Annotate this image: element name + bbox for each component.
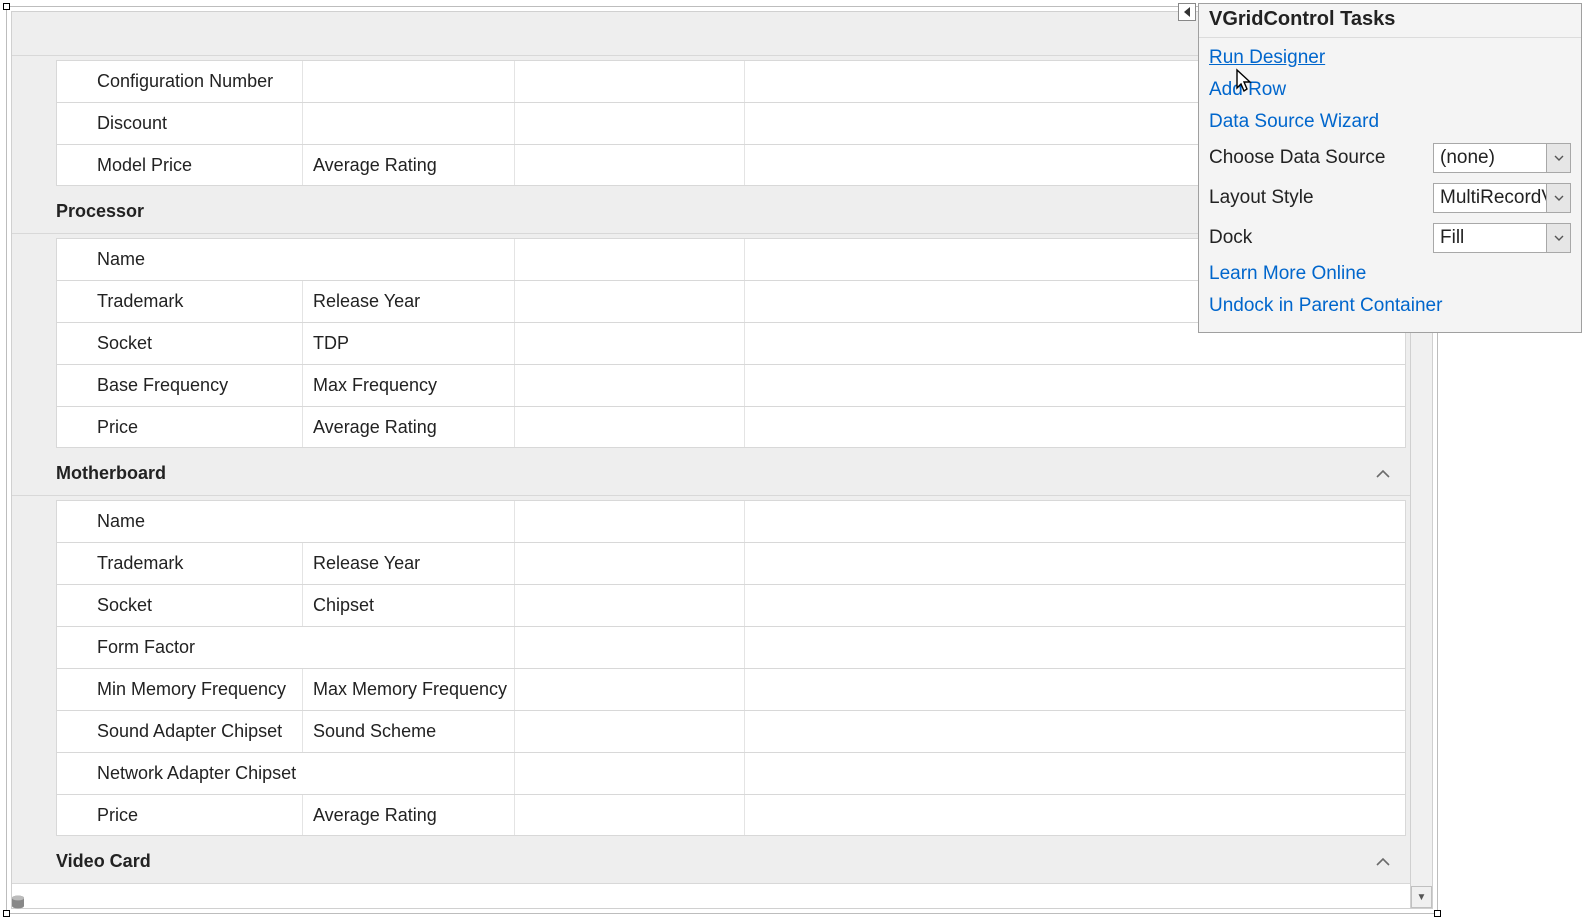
row-header-cell[interactable]: Form Factor — [57, 627, 515, 668]
dock-row: Dock Fill — [1209, 218, 1571, 258]
row-header-cell[interactable]: Price — [57, 795, 303, 835]
row-header-cell[interactable]: Sound Adapter Chipset — [57, 711, 303, 752]
value-cell[interactable] — [515, 501, 745, 542]
combo-value: Fill — [1434, 224, 1546, 252]
choose-data-source-label: Choose Data Source — [1209, 147, 1425, 169]
choose-data-source-row: Choose Data Source (none) — [1209, 138, 1571, 178]
row-header-cell[interactable]: Sound Scheme — [303, 711, 515, 752]
row-header-cell[interactable]: Max Memory Frequency — [303, 669, 515, 710]
row-header-cell[interactable] — [303, 103, 515, 144]
row-header-cell[interactable]: Trademark — [57, 281, 303, 322]
row-header-cell[interactable]: Average Rating — [303, 145, 515, 185]
dock-combo[interactable]: Fill — [1433, 223, 1571, 253]
data-source-wizard-link[interactable]: Data Source Wizard — [1209, 106, 1571, 138]
grid-row[interactable]: PriceAverage Rating — [56, 794, 1406, 836]
grid-row[interactable]: Network Adapter Chipset — [56, 752, 1406, 794]
row-header-cell[interactable]: TDP — [303, 323, 515, 364]
value-cell[interactable] — [515, 103, 745, 144]
row-header-cell[interactable]: Chipset — [303, 585, 515, 626]
value-cell[interactable] — [515, 795, 745, 835]
combo-value: (none) — [1434, 144, 1546, 172]
value-cell[interactable] — [515, 585, 745, 626]
value-cell[interactable] — [745, 585, 1405, 626]
grid-row[interactable]: Form Factor — [56, 626, 1406, 668]
row-header-cell[interactable]: Price — [57, 407, 303, 447]
value-cell[interactable] — [515, 711, 745, 752]
grid-row[interactable]: Base FrequencyMax Frequency — [56, 364, 1406, 406]
row-header-cell[interactable]: Socket — [57, 323, 303, 364]
value-cell[interactable] — [745, 543, 1405, 584]
row-header-cell[interactable]: Average Rating — [303, 795, 515, 835]
category-header[interactable]: Video Card — [12, 840, 1410, 884]
layout-style-row: Layout Style MultiRecordView — [1209, 178, 1571, 218]
grid-row[interactable]: Name — [56, 500, 1406, 542]
category-rows: NameTrademarkRelease YearSocketChipsetFo… — [12, 496, 1410, 840]
value-cell[interactable] — [745, 795, 1405, 835]
chevron-down-icon[interactable] — [1546, 144, 1570, 172]
value-cell[interactable] — [745, 627, 1405, 668]
grid-row[interactable]: SocketChipset — [56, 584, 1406, 626]
row-header-cell[interactable] — [303, 61, 515, 102]
database-icon[interactable] — [6, 891, 30, 915]
value-cell[interactable] — [515, 281, 745, 322]
tasks-panel-title: VGridControl Tasks — [1199, 4, 1581, 38]
category-title: Video Card — [56, 851, 1410, 872]
choose-data-source-combo[interactable]: (none) — [1433, 143, 1571, 173]
grid-row[interactable]: TrademarkRelease Year — [56, 542, 1406, 584]
value-cell[interactable] — [515, 407, 745, 447]
combo-value: MultiRecordView — [1434, 184, 1546, 212]
value-cell[interactable] — [745, 711, 1405, 752]
row-header-cell[interactable]: Average Rating — [303, 407, 515, 447]
value-cell[interactable] — [515, 753, 745, 794]
chevron-down-icon[interactable] — [1546, 224, 1570, 252]
chevron-down-icon[interactable] — [1546, 184, 1570, 212]
chevron-up-icon[interactable] — [1374, 853, 1392, 871]
value-cell[interactable] — [515, 669, 745, 710]
row-header-cell[interactable]: Min Memory Frequency — [57, 669, 303, 710]
learn-more-link[interactable]: Learn More Online — [1209, 258, 1571, 290]
run-designer-link[interactable]: Run Designer — [1209, 42, 1571, 74]
row-header-cell[interactable]: Trademark — [57, 543, 303, 584]
value-cell[interactable] — [515, 323, 745, 364]
grid-row[interactable]: PriceAverage Rating — [56, 406, 1406, 448]
chevron-up-icon[interactable] — [1374, 465, 1392, 483]
row-header-cell[interactable]: Network Adapter Chipset — [57, 753, 515, 794]
row-header-cell[interactable]: Max Frequency — [303, 365, 515, 406]
value-cell[interactable] — [515, 145, 745, 185]
category-header[interactable]: Motherboard — [12, 452, 1410, 496]
resize-handle[interactable] — [3, 3, 10, 10]
category-title: Motherboard — [56, 463, 1410, 484]
arrow-left-icon — [1184, 7, 1190, 17]
value-cell[interactable] — [515, 627, 745, 668]
row-header-cell[interactable]: Socket — [57, 585, 303, 626]
row-header-cell[interactable]: Release Year — [303, 543, 515, 584]
row-header-cell[interactable]: Base Frequency — [57, 365, 303, 406]
value-cell[interactable] — [745, 365, 1405, 406]
grid-row[interactable]: Sound Adapter ChipsetSound Scheme — [56, 710, 1406, 752]
value-cell[interactable] — [515, 365, 745, 406]
row-header-cell[interactable]: Discount — [57, 103, 303, 144]
layout-style-label: Layout Style — [1209, 187, 1425, 209]
value-cell[interactable] — [745, 669, 1405, 710]
value-cell[interactable] — [515, 543, 745, 584]
smart-tag-glyph[interactable] — [1178, 3, 1196, 21]
grid-row[interactable]: Min Memory FrequencyMax Memory Frequency — [56, 668, 1406, 710]
resize-handle[interactable] — [1434, 910, 1441, 917]
undock-link[interactable]: Undock in Parent Container — [1209, 290, 1571, 322]
add-row-link[interactable]: Add Row — [1209, 74, 1571, 106]
row-header-cell[interactable]: Release Year — [303, 281, 515, 322]
tasks-panel: VGridControl Tasks Run Designer Add Row … — [1198, 3, 1582, 333]
layout-style-combo[interactable]: MultiRecordView — [1433, 183, 1571, 213]
scroll-down-button[interactable]: ▼ — [1411, 886, 1432, 908]
row-header-cell[interactable]: Configuration Number — [57, 61, 303, 102]
row-header-cell[interactable]: Name — [57, 501, 515, 542]
value-cell[interactable] — [745, 753, 1405, 794]
dock-label: Dock — [1209, 227, 1425, 249]
value-cell[interactable] — [745, 501, 1405, 542]
row-header-cell[interactable]: Model Price — [57, 145, 303, 185]
value-cell[interactable] — [515, 239, 745, 280]
value-cell[interactable] — [745, 407, 1405, 447]
value-cell[interactable] — [515, 61, 745, 102]
row-header-cell[interactable]: Name — [57, 239, 515, 280]
